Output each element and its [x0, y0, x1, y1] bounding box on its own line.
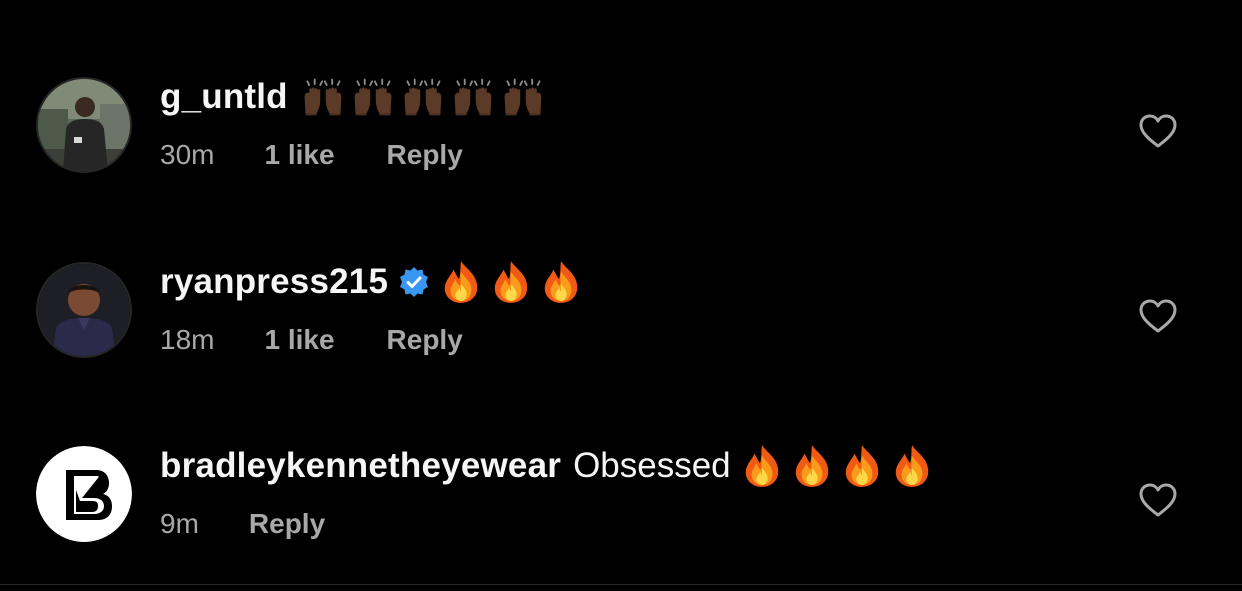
raising-hands-emoji-icon [350, 78, 396, 116]
reply-button[interactable]: Reply [387, 324, 463, 356]
raising-hands-emoji-icon [500, 78, 546, 116]
comment-emoji-text [442, 260, 592, 304]
fire-emoji-icon [492, 260, 530, 304]
comment-emoji-text [300, 78, 550, 116]
comment-item: bradleykennetheyewear Obsessed 9m Reply [0, 424, 1242, 564]
comment-emoji-text [743, 444, 943, 488]
fire-emoji-icon [893, 444, 931, 488]
comment-username[interactable]: bradleykennetheyewear [160, 446, 561, 486]
avatar[interactable] [36, 262, 132, 358]
avatar[interactable] [36, 77, 132, 173]
raising-hands-emoji-icon [300, 78, 346, 116]
fire-emoji-icon [442, 260, 480, 304]
verified-badge-icon [398, 266, 430, 298]
fire-emoji-icon [542, 260, 580, 304]
comment-item: g_untld 30m 1 like Reply [0, 55, 1242, 195]
fire-emoji-icon [843, 444, 881, 488]
avatar[interactable] [36, 446, 132, 542]
reply-button[interactable]: Reply [249, 508, 325, 540]
comment-text: Obsessed [573, 446, 731, 485]
comment-like-count[interactable]: 1 like [264, 324, 334, 356]
raising-hands-emoji-icon [450, 78, 496, 116]
heart-outline-icon[interactable] [1138, 113, 1178, 149]
comment-item: ryanpress215 18m 1 like Reply [0, 240, 1242, 380]
raising-hands-emoji-icon [400, 78, 446, 116]
comment-timestamp: 30m [160, 139, 215, 170]
comment-like-count[interactable]: 1 like [264, 139, 334, 171]
comment-timestamp: 18m [160, 324, 215, 355]
heart-outline-icon[interactable] [1138, 482, 1178, 518]
reply-button[interactable]: Reply [387, 139, 463, 171]
divider [0, 584, 1242, 585]
comment-timestamp: 9m [160, 508, 199, 539]
heart-outline-icon[interactable] [1138, 298, 1178, 334]
fire-emoji-icon [743, 444, 781, 488]
comment-username[interactable]: g_untld [160, 77, 288, 117]
comment-username[interactable]: ryanpress215 [160, 262, 388, 302]
fire-emoji-icon [793, 444, 831, 488]
